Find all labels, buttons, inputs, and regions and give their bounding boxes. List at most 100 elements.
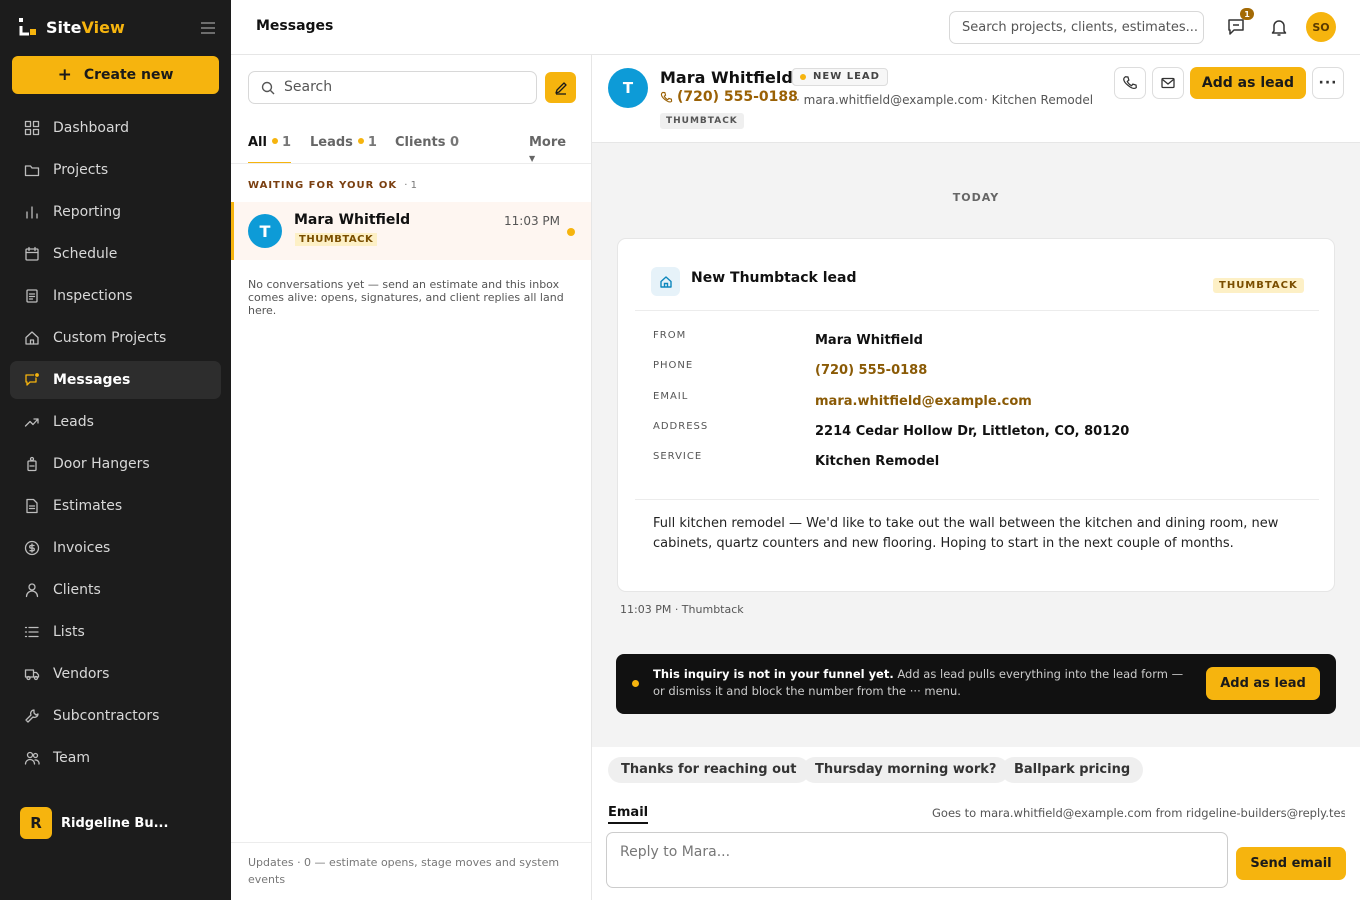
sidebar-item-label: Custom Projects bbox=[53, 330, 167, 346]
list-icon bbox=[24, 626, 39, 638]
search-icon bbox=[261, 81, 275, 95]
conversation-time: 11:03 PM bbox=[504, 214, 560, 228]
sidebar-item-dashboard[interactable]: Dashboard bbox=[10, 109, 221, 147]
sidebar-item-projects[interactable]: Projects bbox=[10, 151, 221, 189]
sidebar-item-label: Vendors bbox=[53, 666, 110, 682]
lead-message: Full kitchen remodel — We'd like to take… bbox=[653, 516, 1279, 551]
dollar-icon bbox=[24, 540, 40, 556]
add-as-lead-button[interactable]: Add as lead bbox=[1190, 67, 1306, 99]
create-new-label: Create new bbox=[83, 67, 174, 83]
sidebar-item-door-hangers[interactable]: Door Hangers bbox=[10, 445, 221, 483]
app-name-accent: View bbox=[81, 17, 125, 37]
divider bbox=[635, 310, 1319, 311]
app-name: Site bbox=[46, 17, 82, 37]
quick-reply-chip[interactable]: Ballpark pricing bbox=[1001, 757, 1144, 783]
send-email-button[interactable]: Send email bbox=[1236, 847, 1346, 880]
top-bar: Messages Search projects, clients, estim… bbox=[231, 0, 1360, 55]
field-value-email[interactable]: mara.whitfield@example.com bbox=[815, 394, 1032, 409]
source-badge: THUMBTACK bbox=[660, 113, 744, 129]
tab-clients[interactable]: Clients 0 bbox=[395, 135, 459, 164]
message-thread: T Mara Whitfield NEW LEAD (720) 555-0188… bbox=[592, 55, 1360, 900]
sidebar-item-messages[interactable]: Messages bbox=[10, 361, 221, 399]
contact-email[interactable]: mara.whitfield@example.com bbox=[804, 93, 984, 107]
call-button[interactable] bbox=[1114, 67, 1146, 99]
contact-avatar: T bbox=[608, 68, 648, 108]
truck-icon bbox=[24, 669, 40, 681]
sidebar-item-leads[interactable]: Leads bbox=[10, 403, 221, 441]
logo-mark-icon bbox=[18, 17, 38, 37]
organization-switcher[interactable]: R Ridgeline Bu... bbox=[20, 807, 168, 839]
tab-all[interactable]: All 1 bbox=[248, 135, 292, 164]
unread-dot bbox=[567, 228, 575, 236]
sidebar-item-subcontractors[interactable]: Subcontractors bbox=[10, 697, 221, 735]
sidebar-item-label: Clients bbox=[53, 582, 101, 598]
conversation-name: Mara Whitfield bbox=[294, 212, 411, 228]
sidebar-item-clients[interactable]: Clients bbox=[10, 571, 221, 609]
field-label: PHONE bbox=[653, 360, 694, 372]
quick-reply-chip[interactable]: Thanks for reaching out bbox=[608, 757, 810, 783]
reply-textarea[interactable]: Reply to Mara... bbox=[606, 832, 1228, 888]
calendar-icon bbox=[25, 246, 39, 261]
sidebar-item-custom-projects[interactable]: Custom Projects bbox=[10, 319, 221, 357]
house-icon bbox=[651, 267, 680, 296]
banner-title: This inquiry is not in your funnel yet. bbox=[653, 667, 894, 681]
chat-icon bbox=[25, 372, 40, 386]
email-button[interactable] bbox=[1152, 67, 1184, 99]
field-label: FROM bbox=[653, 330, 687, 341]
contact-service: Kitchen Remodel bbox=[991, 93, 1094, 107]
divider bbox=[231, 163, 591, 164]
inbox-search-placeholder: Search bbox=[284, 79, 333, 95]
global-search-input[interactable]: Search projects, clients, estimates... bbox=[949, 11, 1204, 44]
house-icon bbox=[25, 331, 39, 345]
sidebar-item-label: Estimates bbox=[53, 498, 123, 514]
grid-icon bbox=[24, 120, 40, 136]
compose-button[interactable] bbox=[545, 72, 576, 103]
sidebar: SiteView + Create new Dashboard Projects R… bbox=[0, 0, 231, 900]
app-logo[interactable]: SiteView bbox=[18, 16, 218, 38]
conversation-item[interactable]: T Mara Whitfield THUMBTACK 11:03 PM bbox=[231, 202, 591, 260]
field-label: EMAIL bbox=[653, 390, 689, 402]
create-new-button[interactable]: + Create new bbox=[12, 56, 219, 94]
hamburger-menu-icon[interactable] bbox=[200, 20, 216, 34]
quick-reply-chip[interactable]: Thursday morning work? bbox=[802, 757, 1010, 783]
conversation-list: Search All 1 Leads 1 Clients 0 More ▼ WAIT… bbox=[231, 55, 592, 900]
sidebar-item-vendors[interactable]: Vendors bbox=[10, 655, 221, 693]
source-tag: THUMBTACK bbox=[1213, 278, 1304, 293]
team-icon bbox=[24, 751, 40, 765]
updates-footer[interactable]: Updates · 0 — estimate opens, stage move… bbox=[231, 842, 591, 899]
more-options-button[interactable]: ··· bbox=[1312, 67, 1344, 99]
sidebar-item-estimates[interactable]: Estimates bbox=[10, 487, 221, 525]
thread-header: T Mara Whitfield NEW LEAD (720) 555-0188… bbox=[592, 55, 1360, 143]
sidebar-item-label: Lists bbox=[53, 624, 85, 640]
bar-chart-icon bbox=[26, 206, 38, 219]
field-value-phone[interactable]: (720) 555-0188 bbox=[815, 363, 927, 378]
pencil-icon bbox=[554, 81, 567, 95]
chat-icon[interactable] bbox=[1226, 17, 1246, 37]
sidebar-item-lists[interactable]: Lists bbox=[10, 613, 221, 651]
inbox-search-input[interactable]: Search bbox=[248, 71, 537, 104]
unread-dot bbox=[271, 138, 278, 144]
wrench-icon bbox=[25, 709, 39, 723]
page-title: Messages bbox=[256, 18, 334, 34]
section-label: WAITING FOR YOUR OK · 1 bbox=[248, 180, 419, 191]
sidebar-item-reporting[interactable]: Reporting bbox=[10, 193, 221, 231]
user-avatar[interactable]: SO bbox=[1306, 12, 1336, 42]
bell-icon[interactable] bbox=[1269, 17, 1289, 37]
tab-leads[interactable]: Leads 1 bbox=[310, 135, 377, 164]
folder-icon bbox=[24, 165, 40, 177]
org-name: Ridgeline Bu... bbox=[61, 815, 169, 831]
sidebar-item-label: Door Hangers bbox=[53, 456, 150, 472]
tab-more[interactable]: More ▼ bbox=[529, 135, 575, 164]
status-badge: NEW LEAD bbox=[792, 68, 888, 86]
channel-tab-email[interactable]: Email bbox=[608, 805, 649, 824]
sidebar-item-team[interactable]: Team bbox=[10, 739, 221, 777]
sidebar-item-label: Dashboard bbox=[53, 120, 129, 136]
sidebar-item-schedule[interactable]: Schedule bbox=[10, 235, 221, 273]
sidebar-item-label: Subcontractors bbox=[53, 708, 160, 724]
banner-add-as-lead-button[interactable]: Add as lead bbox=[1206, 667, 1320, 700]
contact-phone[interactable]: (720) 555-0188 bbox=[660, 89, 798, 105]
sidebar-item-invoices[interactable]: Invoices bbox=[10, 529, 221, 567]
lead-card: New Thumbtack lead THUMBTACK FROM Mara Wh… bbox=[617, 238, 1335, 592]
sidebar-item-inspections[interactable]: Inspections bbox=[10, 277, 221, 315]
section-count: 1 bbox=[410, 180, 419, 191]
